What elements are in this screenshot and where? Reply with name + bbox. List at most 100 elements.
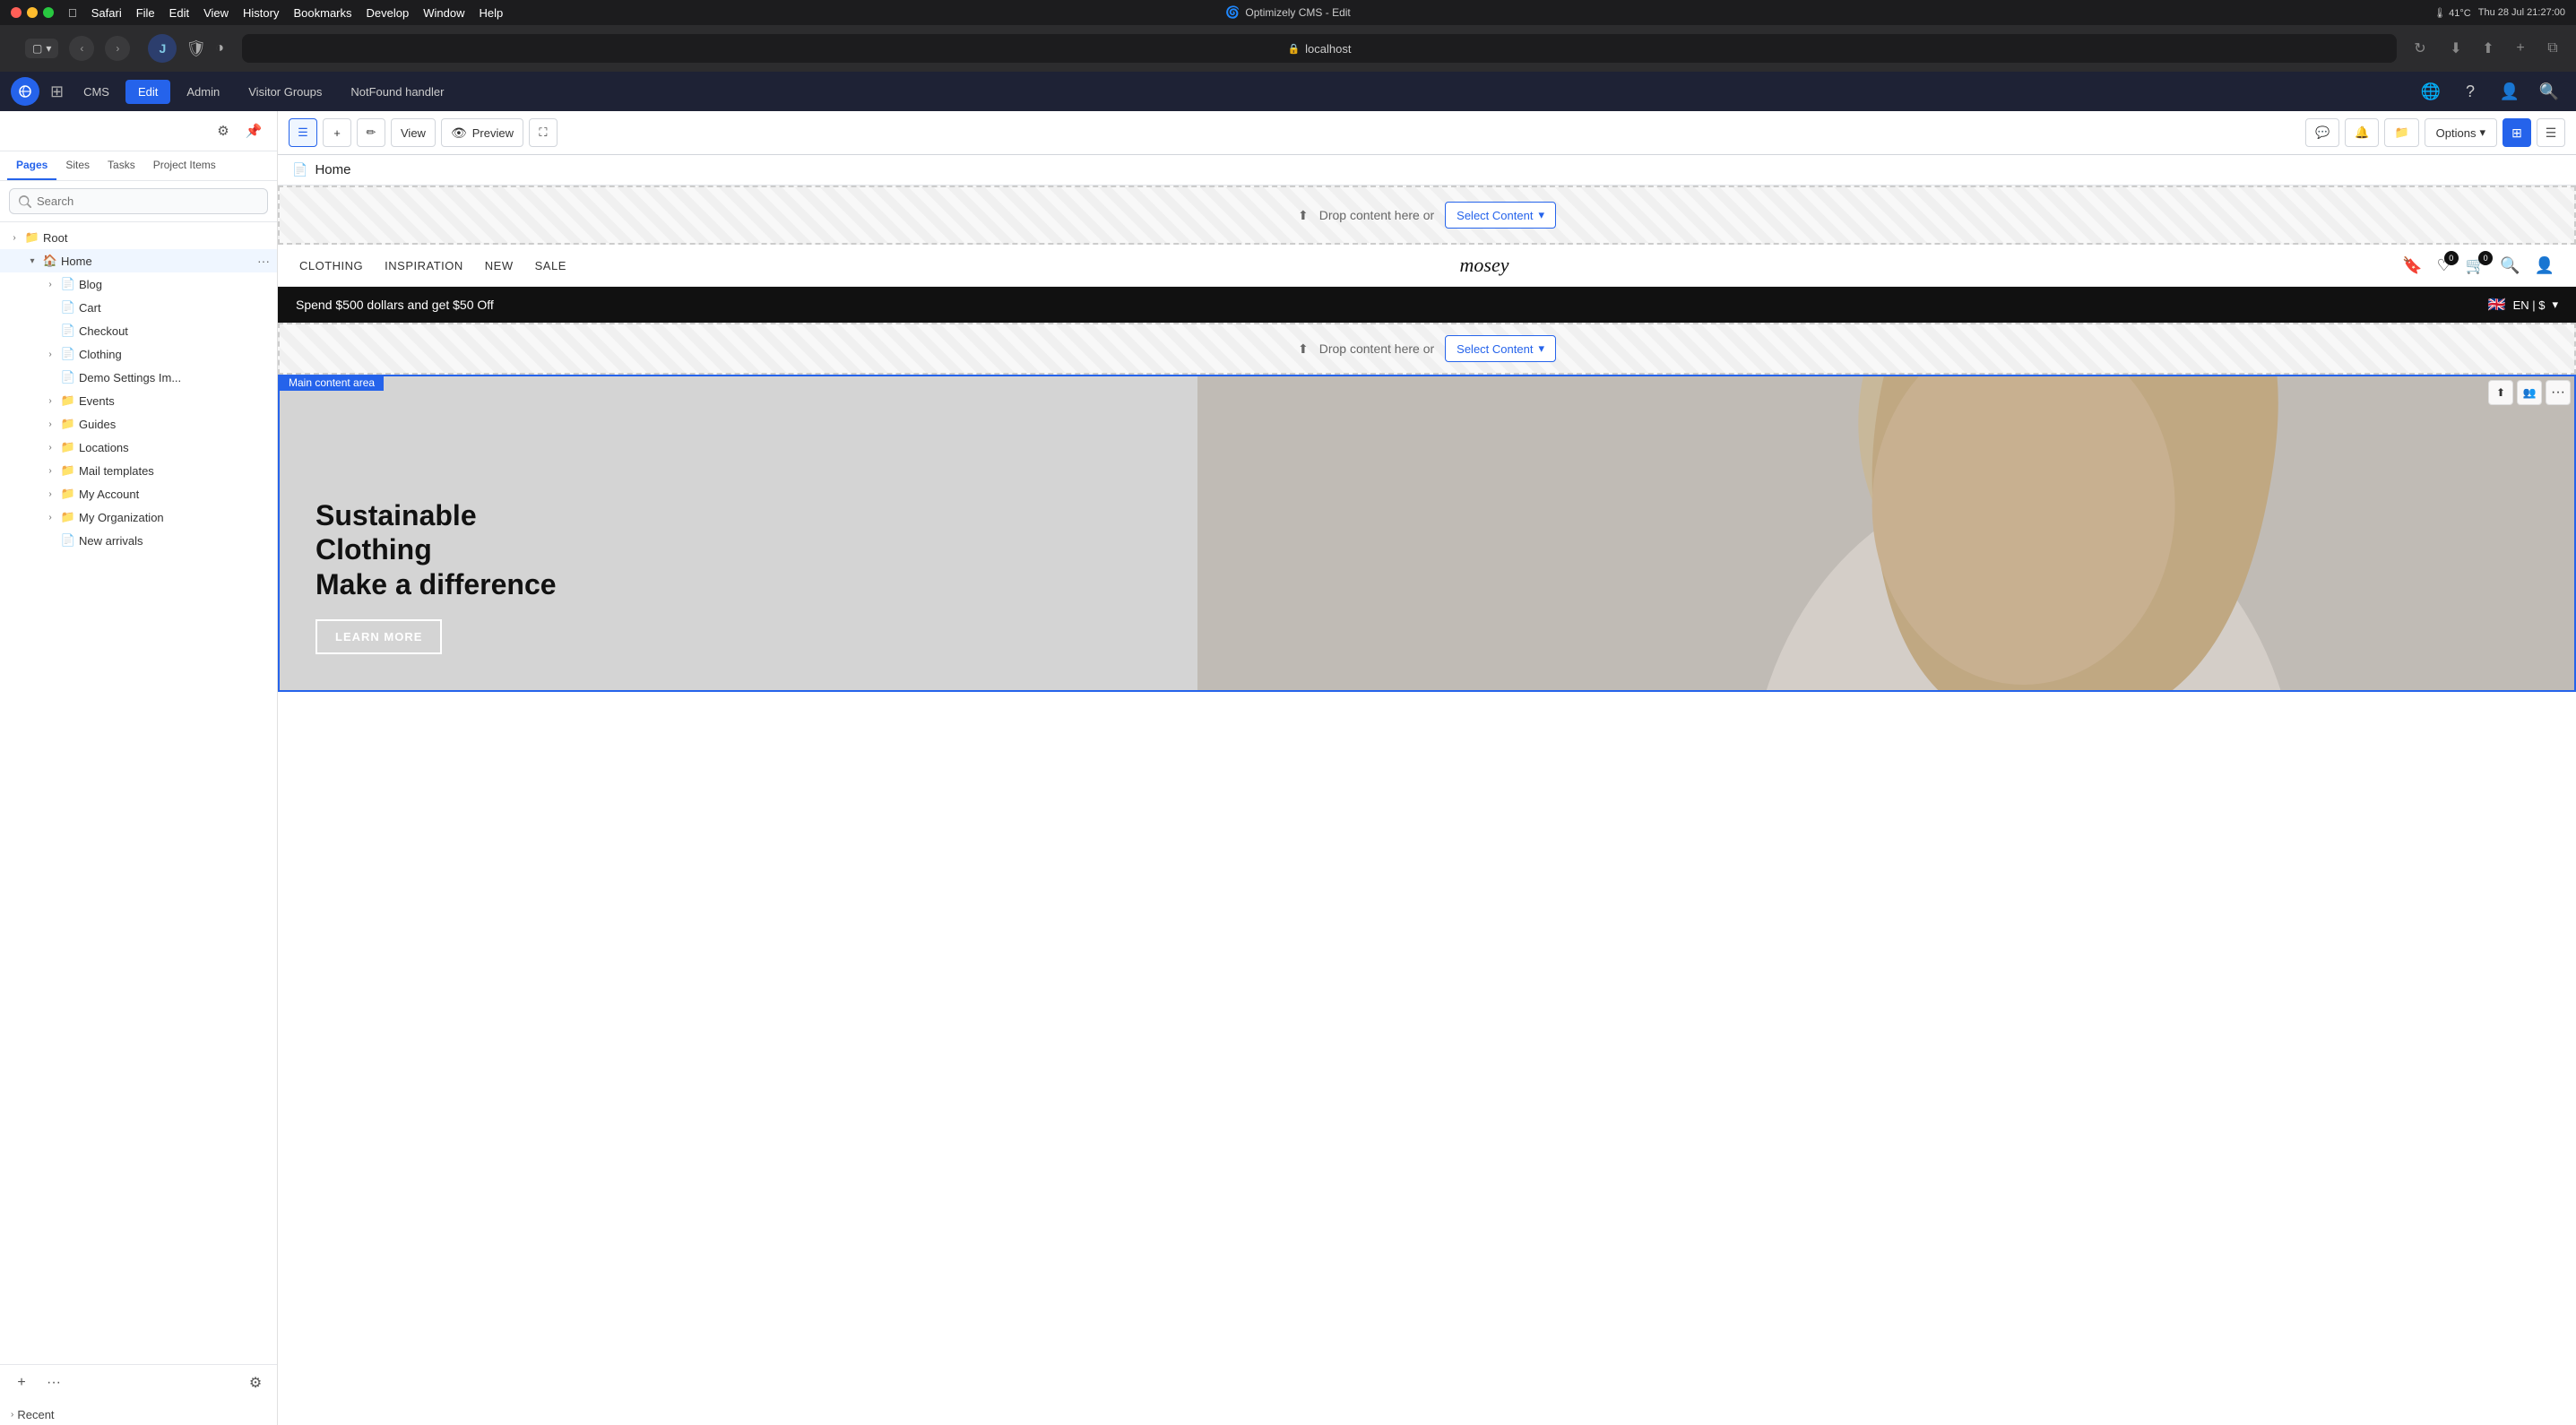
- nav-clothing[interactable]: CLOTHING: [299, 259, 363, 272]
- tab-sites[interactable]: Sites: [56, 151, 99, 180]
- tree-item-blog[interactable]: › 📄 Blog: [0, 272, 277, 296]
- tree-item-guides[interactable]: › 📁 Guides: [0, 412, 277, 436]
- search-btn[interactable]: 🔍: [2533, 75, 2565, 108]
- settings-icon-btn[interactable]: ⚙: [211, 118, 236, 143]
- comment-btn[interactable]: 💬: [2305, 118, 2339, 147]
- select-content-middle-btn[interactable]: Select Content ▾: [1445, 335, 1556, 362]
- preview-frame[interactable]: ⬆ Drop content here or Select Content ▾ …: [278, 186, 2576, 1425]
- recent-label[interactable]: › Recent: [11, 1408, 266, 1421]
- forward-btn[interactable]: ›: [105, 36, 130, 61]
- add-page-btn[interactable]: +: [9, 1370, 34, 1395]
- nav-links: CLOTHING INSPIRATION NEW SALE: [299, 259, 566, 272]
- minimize-btn[interactable]: [27, 7, 38, 18]
- list-toggle-btn[interactable]: ☰: [2537, 118, 2565, 147]
- bell-btn[interactable]: 🔔: [2345, 118, 2379, 147]
- share-btn[interactable]: ⬆: [2476, 36, 2501, 61]
- nav-inspiration[interactable]: INSPIRATION: [385, 259, 463, 272]
- tree-item-new-arrivals[interactable]: 📄 New arrivals: [0, 529, 277, 552]
- user-btn[interactable]: 👤: [2494, 75, 2526, 108]
- sidebar-chevron: ▾: [46, 42, 51, 55]
- cms-nav-visitor-groups[interactable]: Visitor Groups: [236, 80, 334, 104]
- menu-file[interactable]: File: [136, 6, 155, 20]
- nav-search-icon[interactable]: 🔍: [2500, 256, 2520, 275]
- select-content-top-btn[interactable]: Select Content ▾: [1445, 202, 1556, 229]
- cms-nav-edit[interactable]: Edit: [125, 80, 170, 104]
- window-controls[interactable]: [11, 7, 54, 18]
- tab-tasks[interactable]: Tasks: [99, 151, 144, 180]
- sidebar-toggle-btn[interactable]: ▢ ▾: [25, 39, 58, 58]
- tree-item-checkout[interactable]: 📄 Checkout: [0, 319, 277, 342]
- download-btn[interactable]: ⬇: [2443, 36, 2468, 61]
- tree-item-locations[interactable]: › 📁 Locations: [0, 436, 277, 459]
- add-content-btn[interactable]: +: [323, 118, 351, 147]
- tab-pages[interactable]: Pages: [7, 151, 56, 180]
- tree-item-my-account[interactable]: › 📁 My Account: [0, 482, 277, 505]
- folder-btn[interactable]: 📁: [2384, 118, 2418, 147]
- preview-btn[interactable]: 👁 Preview: [441, 118, 523, 147]
- tree-item-my-organization[interactable]: › 📁 My Organization: [0, 505, 277, 529]
- nav-cart-icon[interactable]: 🛒0: [2466, 256, 2485, 275]
- top-drop-zone[interactable]: ⬆ Drop content here or Select Content ▾: [278, 186, 2576, 245]
- tree-item-root[interactable]: › 📁 Root: [0, 226, 277, 249]
- nav-account-icon[interactable]: 👤: [2535, 256, 2554, 275]
- options-btn[interactable]: Options ▾: [2425, 118, 2497, 147]
- cms-nav-cms[interactable]: CMS: [71, 80, 122, 104]
- tree-menu-btn[interactable]: ···: [257, 254, 270, 268]
- tree-item-home[interactable]: ▾ 🏠 Home ···: [0, 249, 277, 272]
- nav-wishlist-icon[interactable]: ♡0: [2437, 256, 2451, 275]
- menu-bookmarks[interactable]: Bookmarks: [293, 6, 351, 20]
- globe-btn[interactable]: 🌐: [2415, 75, 2447, 108]
- split-btn[interactable]: ⧉: [2540, 36, 2565, 61]
- flag-icon: 🇬🇧: [2488, 296, 2506, 314]
- back-btn[interactable]: ‹: [69, 36, 94, 61]
- cms-nav-admin[interactable]: Admin: [174, 80, 232, 104]
- refresh-btn[interactable]: ↻: [2407, 36, 2433, 61]
- grid-icon[interactable]: ⊞: [50, 82, 64, 101]
- fullscreen-btn[interactable]: ⛶: [529, 118, 558, 147]
- tab-project-items[interactable]: Project Items: [144, 151, 225, 180]
- grid-view-btn[interactable]: ⊞: [2503, 118, 2531, 147]
- tree-item-events[interactable]: › 📁 Events: [0, 389, 277, 412]
- menu-apple[interactable]: : [68, 6, 77, 20]
- tree-item-demo[interactable]: 📄 Demo Settings Im...: [0, 366, 277, 389]
- list-view-btn[interactable]: ☰: [289, 118, 317, 147]
- edit-pencil-btn[interactable]: ✏: [357, 118, 385, 147]
- menu-develop[interactable]: Develop: [367, 6, 410, 20]
- nav-sale[interactable]: SALE: [535, 259, 566, 272]
- menu-history[interactable]: History: [243, 6, 279, 20]
- menu-view[interactable]: View: [203, 6, 229, 20]
- menu-help[interactable]: Help: [479, 6, 503, 20]
- sidebar-settings-btn[interactable]: ⚙: [243, 1370, 268, 1395]
- menu-window[interactable]: Window: [423, 6, 464, 20]
- more-content-btn[interactable]: ···: [2546, 380, 2571, 405]
- fullscreen-icon: ⛶: [539, 125, 547, 140]
- view-btn[interactable]: View: [391, 118, 436, 147]
- middle-drop-zone[interactable]: ⬆ Drop content here or Select Content ▾: [278, 323, 2576, 375]
- more-btn[interactable]: ···: [41, 1370, 66, 1395]
- titlebar-right: 🌡 41°C Thu 28 Jul 21:27:00: [2433, 7, 2565, 19]
- tree-item-cart[interactable]: 📄 Cart: [0, 296, 277, 319]
- menu-safari[interactable]: Safari: [91, 6, 122, 20]
- tree-item-clothing[interactable]: › 📄 Clothing: [0, 342, 277, 366]
- maximize-btn[interactable]: [43, 7, 54, 18]
- menu-edit[interactable]: Edit: [169, 6, 189, 20]
- plus-icon: +: [333, 126, 341, 140]
- tree-label-my-organization: My Organization: [79, 511, 270, 524]
- hero-cta-btn[interactable]: LEARN MORE: [316, 619, 442, 654]
- tree-item-mail-templates[interactable]: › 📁 Mail templates: [0, 459, 277, 482]
- new-tab-btn[interactable]: +: [2508, 36, 2533, 61]
- nav-new[interactable]: NEW: [485, 259, 514, 272]
- chevron-right-icon: ›: [43, 419, 57, 429]
- address-bar[interactable]: 🔒 localhost: [242, 34, 2397, 63]
- close-btn[interactable]: [11, 7, 22, 18]
- cms-nav-notfound[interactable]: NotFound handler: [338, 80, 456, 104]
- users-content-btn[interactable]: 👥: [2517, 380, 2542, 405]
- page-title: Home: [315, 162, 350, 177]
- mac-menu[interactable]:  Safari File Edit View History Bookmark…: [68, 6, 503, 20]
- search-input[interactable]: [9, 188, 268, 214]
- share-content-btn[interactable]: ⬆: [2488, 380, 2513, 405]
- pin-icon-btn[interactable]: 📌: [241, 118, 266, 143]
- nav-bookmark-icon[interactable]: 🔖: [2402, 256, 2422, 275]
- help-btn[interactable]: ?: [2454, 75, 2486, 108]
- sidebar-search: [0, 181, 277, 222]
